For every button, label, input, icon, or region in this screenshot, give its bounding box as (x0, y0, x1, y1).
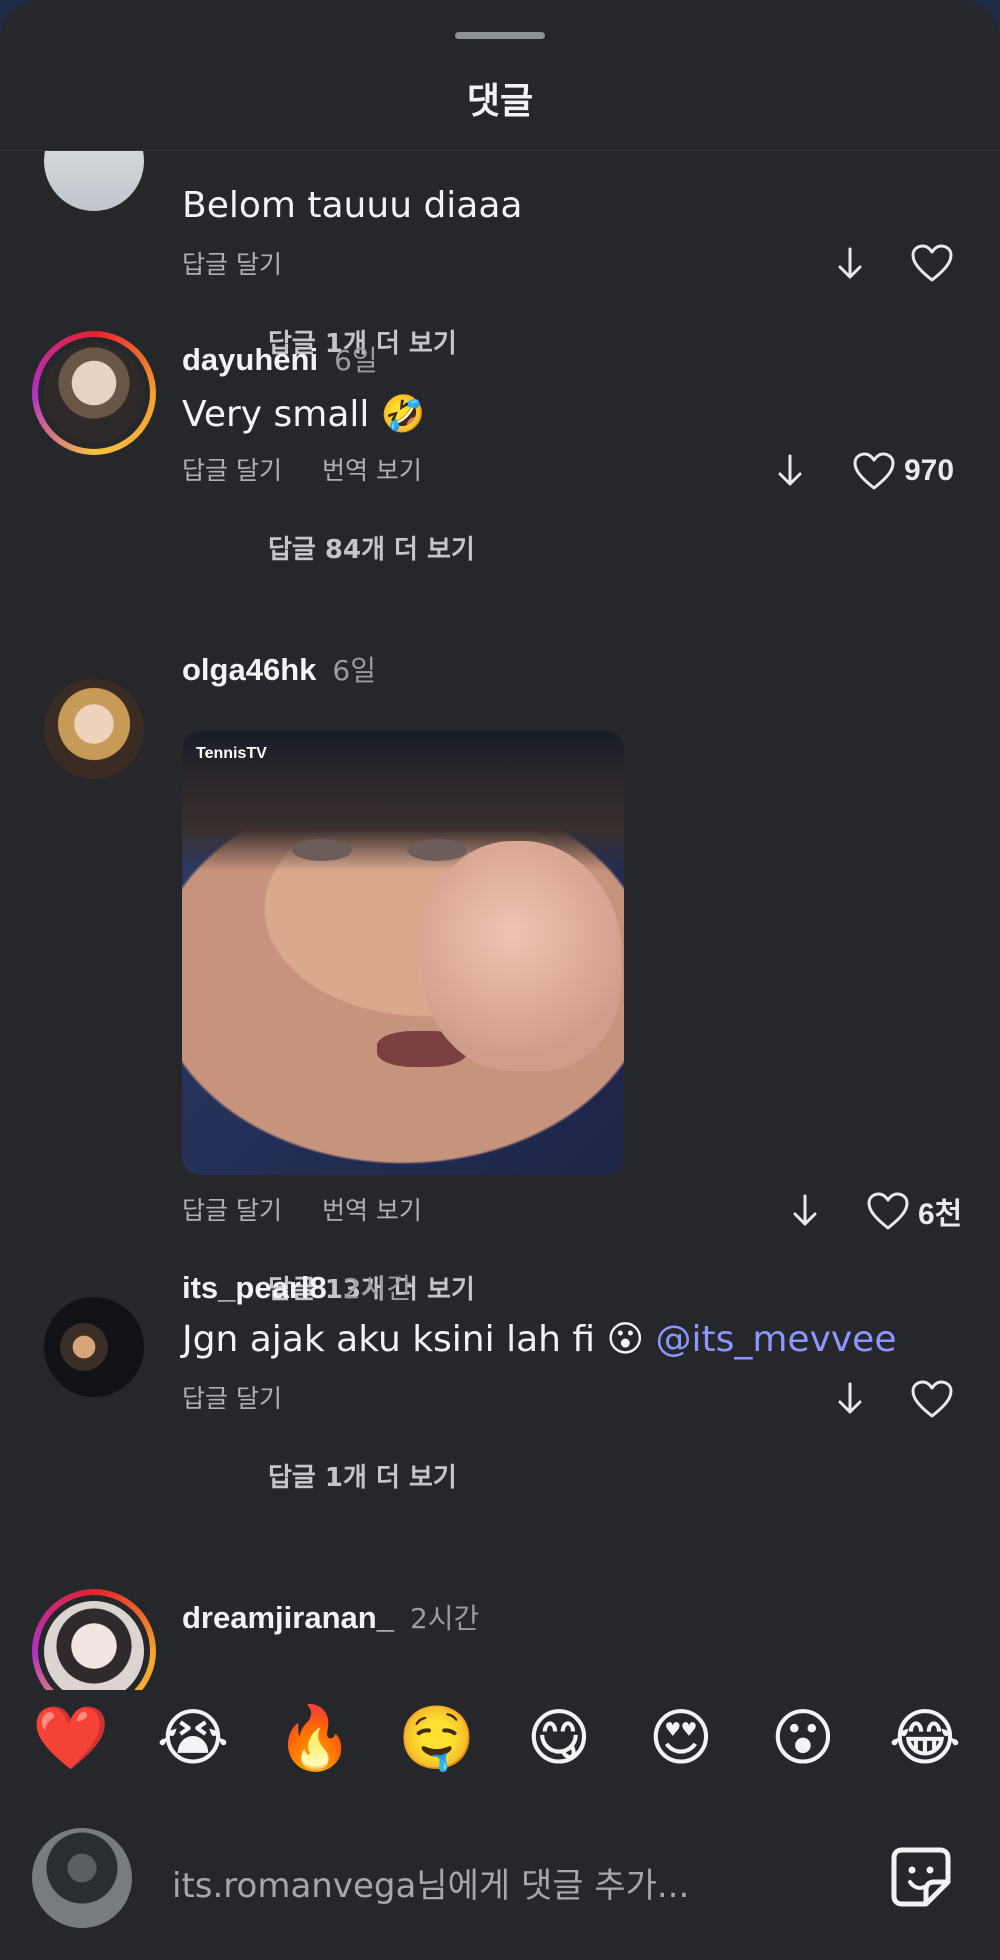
reaction-drooling[interactable]: 🤤 (398, 1700, 476, 1778)
like-button[interactable] (910, 241, 954, 285)
reply-button[interactable]: 답글 달기 (182, 250, 282, 279)
comment-actions: 답글 달기 (182, 1379, 322, 1415)
username[interactable]: its_pearl8 2시간 (182, 1267, 412, 1307)
sticker-icon[interactable] (888, 1844, 954, 1910)
arrow-down-icon[interactable] (775, 453, 805, 489)
reply-button[interactable]: 답글 달기 (182, 1196, 282, 1225)
like-button[interactable]: 6천 (866, 1189, 962, 1233)
comment-time: 2시간 (409, 1602, 480, 1635)
translate-button[interactable]: 번역 보기 (322, 456, 422, 485)
avatar[interactable] (44, 151, 144, 211)
gif-attachment[interactable]: TennisTV (182, 731, 624, 1175)
username[interactable]: olga46hk 6일 (182, 649, 376, 689)
comment-text: Very small 🤣 (182, 394, 426, 435)
view-more-replies[interactable]: 답글 1개 더 보기 (268, 1457, 457, 1494)
sheet-title: 댓글 (466, 81, 534, 122)
heart-icon (911, 1380, 953, 1418)
avatar (44, 1601, 144, 1691)
reaction-surprised[interactable]: 😮 (764, 1700, 842, 1778)
reply-button[interactable]: 답글 달기 (182, 1384, 282, 1413)
comment-time: 6일 (332, 654, 376, 687)
my-avatar (32, 1828, 132, 1928)
reaction-yum[interactable]: 😋 (520, 1700, 598, 1778)
like-button[interactable] (910, 1377, 954, 1421)
arrow-down-icon[interactable] (790, 1193, 820, 1229)
reaction-laughing[interactable]: 😂 (886, 1700, 964, 1778)
comment-text: Belom tauuu diaaa (182, 185, 523, 226)
comment-composer: its.romanvega님에게 댓글 추가... (0, 1808, 1000, 1960)
reaction-crying[interactable]: 😭 (154, 1700, 232, 1778)
comment-input[interactable]: its.romanvega님에게 댓글 추가... (172, 1858, 689, 1907)
heart-icon (853, 452, 895, 490)
username[interactable]: dayuheni 6일 (182, 339, 378, 379)
quick-reaction-bar: ❤️ 😭 🔥 🤤 😋 😍 😮 😂 (0, 1690, 1000, 1800)
avatar[interactable] (44, 679, 144, 779)
avatar[interactable] (44, 1297, 144, 1397)
like-count: 6천 (918, 1198, 963, 1231)
comment-time: 2시간 (342, 1272, 413, 1305)
mention-link[interactable]: @its_mevvee (655, 1319, 896, 1360)
reaction-heart[interactable]: ❤️ (32, 1700, 110, 1778)
username[interactable]: dreamjiranan_ 2시간 (182, 1597, 479, 1637)
reaction-heart-eyes[interactable]: 😍 (642, 1700, 720, 1778)
comment-text: Jgn ajak aku ksini lah fi 😮 @its_mevvee (182, 1319, 897, 1360)
comment-list[interactable]: Belom tauuu diaaa 답글 달기 답글 1개 더 보기 dayuh… (0, 151, 1000, 1691)
comments-sheet: 댓글 Belom tauuu diaaa 답글 달기 답글 1개 더 보기 da… (0, 0, 1000, 1960)
gif-watermark: TennisTV (196, 745, 267, 762)
comment-actions: 답글 달기 번역 보기 (182, 1191, 462, 1227)
comment-actions: 답글 달기 번역 보기 (182, 451, 462, 487)
reply-button[interactable]: 답글 달기 (182, 456, 282, 485)
avatar-story-ring[interactable] (32, 1589, 156, 1691)
heart-icon (867, 1192, 909, 1230)
drag-handle[interactable] (455, 32, 545, 39)
heart-icon (911, 244, 953, 282)
view-more-replies[interactable]: 답글 84개 더 보기 (268, 529, 475, 566)
arrow-down-icon[interactable] (835, 1381, 865, 1417)
arrow-down-icon[interactable] (835, 246, 865, 282)
avatar-story-ring[interactable] (32, 331, 156, 455)
reaction-fire[interactable]: 🔥 (276, 1700, 354, 1778)
comment-actions: 답글 달기 (182, 245, 322, 281)
like-button[interactable]: 970 (852, 449, 954, 493)
like-count: 970 (904, 454, 955, 487)
avatar (44, 343, 144, 443)
comment-time: 6일 (334, 344, 378, 377)
translate-button[interactable]: 번역 보기 (322, 1196, 422, 1225)
